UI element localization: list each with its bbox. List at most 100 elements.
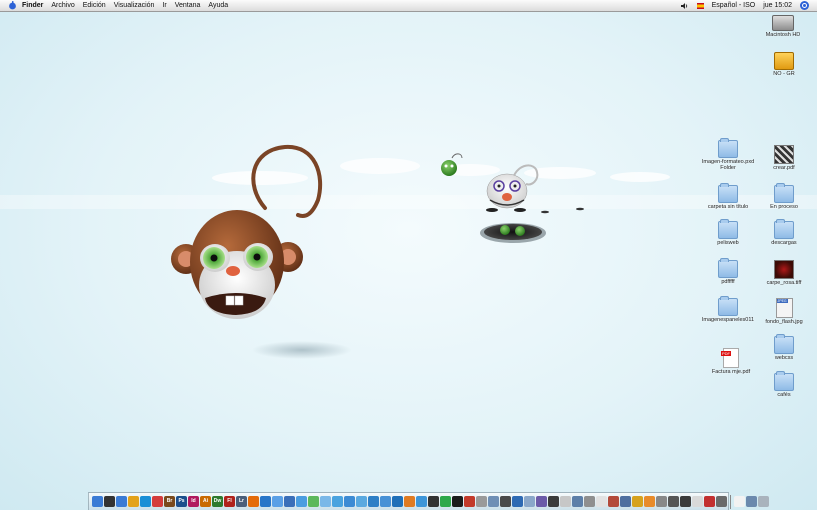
input-source-menu[interactable]: Español - ISO: [712, 0, 756, 11]
app-icon[interactable]: [404, 496, 415, 507]
horizon-haze: [0, 195, 817, 209]
safari-icon[interactable]: [296, 496, 307, 507]
globe-icon[interactable]: [260, 496, 271, 507]
monkey-wallpaper-illustration: [0, 144, 817, 359]
desktop-icon-label: Macintosh HD: [765, 32, 801, 38]
desktop-icon-macintosh-hd[interactable]: Macintosh HD: [755, 15, 811, 38]
app-icon[interactable]: [524, 496, 535, 507]
folder-icon: [718, 219, 738, 239]
volume-icon[interactable]: [680, 2, 689, 10]
app-icon[interactable]: [656, 496, 667, 507]
finder-icon[interactable]: [92, 496, 103, 507]
menu-ir[interactable]: Ir: [162, 0, 166, 11]
trash-icon[interactable]: [758, 496, 769, 507]
lightroom-icon[interactable]: Lr: [236, 496, 247, 507]
app-icon[interactable]: [416, 496, 427, 507]
app-icon[interactable]: [428, 496, 439, 507]
spanish-flag-icon[interactable]: [696, 2, 704, 9]
flash-icon[interactable]: Fl: [224, 496, 235, 507]
menu-edicion[interactable]: Edición: [83, 0, 106, 11]
app-icon[interactable]: [440, 496, 451, 507]
app-icon[interactable]: [536, 496, 547, 507]
finder-icon[interactable]: [116, 496, 127, 507]
desktop-icon-folder-4[interactable]: pdfffff: [700, 258, 756, 285]
menu-ayuda[interactable]: Ayuda: [208, 0, 228, 11]
app-icon[interactable]: [620, 496, 631, 507]
desktop-icon-pdf[interactable]: Factura mje.pdf: [703, 348, 759, 375]
image-thumbnail-icon: [774, 260, 794, 279]
desktop-icon-folder-6[interactable]: En proceso: [756, 183, 812, 210]
app-icon[interactable]: [596, 496, 607, 507]
dashboard-icon[interactable]: [104, 496, 115, 507]
desktop-icon-image-1[interactable]: crear.pdf: [756, 145, 812, 171]
app-icon[interactable]: [560, 496, 571, 507]
app-icon[interactable]: [668, 496, 679, 507]
app-icon[interactable]: [548, 496, 559, 507]
menu-visualizacion[interactable]: Visualización: [114, 0, 155, 11]
apple-menu-icon[interactable]: [8, 0, 17, 11]
app-icon[interactable]: [572, 496, 583, 507]
usb-drive-icon: [774, 52, 794, 70]
app-icon[interactable]: [584, 496, 595, 507]
desktop-icon-folder-2[interactable]: carpeta sin título: [700, 183, 756, 210]
app-icon[interactable]: [344, 496, 355, 507]
desktop-icon-folder-1[interactable]: Imagen-formateo.pxd Folder: [700, 138, 756, 171]
bridge-icon[interactable]: Br: [164, 496, 175, 507]
menu-app-finder[interactable]: Finder: [22, 0, 43, 11]
menu-clock[interactable]: jue 15:02: [763, 0, 792, 11]
menu-list: Finder Archivo Edición Visualización Ir …: [22, 0, 228, 11]
ical-icon[interactable]: [152, 496, 163, 507]
folder-icon: [718, 138, 738, 158]
document-icon[interactable]: [734, 496, 745, 507]
dreamweaver-icon[interactable]: Dw: [212, 496, 223, 507]
app-icon[interactable]: [716, 496, 727, 507]
desktop-icon-folder-5[interactable]: Imagenespaneles011: [700, 296, 756, 323]
app-icon[interactable]: [608, 496, 619, 507]
desktop-icon-label: NO - GR: [773, 71, 795, 77]
app-icon[interactable]: [692, 496, 703, 507]
app-icon[interactable]: [644, 496, 655, 507]
app-icon[interactable]: [632, 496, 643, 507]
app-icon[interactable]: [308, 496, 319, 507]
desktop-icon-usb-drive[interactable]: NO - GR: [756, 52, 812, 77]
app-icon[interactable]: [452, 496, 463, 507]
stack-icon[interactable]: [746, 496, 757, 507]
illustrator-icon[interactable]: Ai: [200, 496, 211, 507]
desktop-wallpaper: [0, 0, 817, 500]
photoshop-icon[interactable]: Ps: [176, 496, 187, 507]
app-icon[interactable]: [488, 496, 499, 507]
app-icon[interactable]: [392, 496, 403, 507]
folder-icon: [774, 219, 794, 239]
desktop-icon-folder-8[interactable]: webcss: [756, 334, 812, 361]
app-icon[interactable]: [680, 496, 691, 507]
spotlight-icon[interactable]: [800, 1, 809, 10]
app-icon[interactable]: [464, 496, 475, 507]
ichat-icon[interactable]: [272, 496, 283, 507]
desktop-icon-folder-3[interactable]: pelisweb: [700, 219, 756, 246]
desktop-icon-label: cafés: [777, 392, 791, 398]
menu-ventana[interactable]: Ventana: [175, 0, 201, 11]
itunes-icon[interactable]: [284, 496, 295, 507]
app-icon[interactable]: [368, 496, 379, 507]
feather-icon[interactable]: [140, 496, 151, 507]
desktop-icon-label: Imagen-formateo.pxd Folder: [701, 159, 755, 171]
folder-icon: [774, 334, 794, 354]
app-icon[interactable]: [512, 496, 523, 507]
desktop-icon-folder-7[interactable]: descargas: [756, 219, 812, 246]
firefox-icon[interactable]: [248, 496, 259, 507]
app-icon[interactable]: [332, 496, 343, 507]
indesign-icon[interactable]: Id: [188, 496, 199, 507]
desktop-icon-image-2[interactable]: carpe_rosa.tiff: [756, 260, 812, 286]
app-icon[interactable]: [356, 496, 367, 507]
menu-bar: Finder Archivo Edición Visualización Ir …: [0, 0, 817, 12]
app-icon[interactable]: [500, 496, 511, 507]
app-icon[interactable]: [320, 496, 331, 507]
folder-icon: [774, 183, 794, 203]
menu-archivo[interactable]: Archivo: [51, 0, 74, 11]
app-icon[interactable]: [476, 496, 487, 507]
app-icon[interactable]: [704, 496, 715, 507]
app-icon[interactable]: [380, 496, 391, 507]
preview-icon[interactable]: [128, 496, 139, 507]
desktop-icon-jpeg[interactable]: fondo_flash.jpg: [756, 298, 812, 325]
desktop-icon-folder-9[interactable]: cafés: [756, 371, 812, 398]
